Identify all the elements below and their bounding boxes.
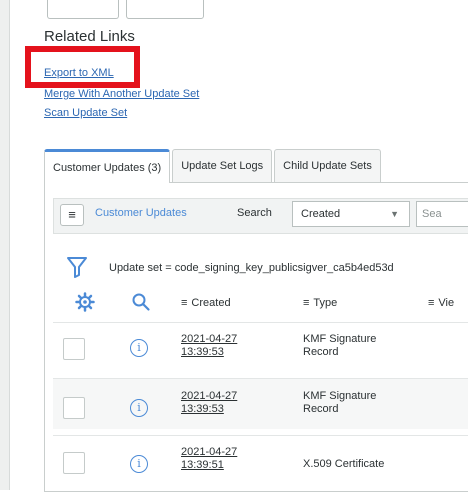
funnel-icon[interactable] [66, 255, 88, 284]
search-field-select[interactable]: Created ▼ [292, 201, 410, 227]
tab-update-set-logs[interactable]: Update Set Logs [172, 149, 273, 182]
magnifier-icon[interactable] [131, 292, 151, 317]
created-link[interactable]: 2021-04-27 13:39:51 [181, 446, 237, 472]
table-row [53, 322, 468, 373]
form-button-2[interactable] [126, 0, 204, 19]
table-row [53, 435, 468, 486]
related-list-tabs: Customer Updates (3) Update Set Logs Chi… [44, 149, 383, 183]
highlight-box [25, 46, 140, 88]
type-cell: KMF Signature Record [303, 390, 377, 415]
tab-child-update-sets[interactable]: Child Update Sets [274, 149, 381, 182]
chevron-down-icon: ▼ [390, 209, 399, 219]
column-header-type[interactable]: ≡ Type [303, 297, 337, 309]
search-input[interactable]: Sea [416, 201, 468, 227]
column-menu-icon[interactable]: ≡ [181, 297, 187, 309]
list-title[interactable]: Customer Updates [95, 207, 187, 219]
column-header-created[interactable]: ≡ Created [181, 297, 231, 309]
left-rail [0, 0, 10, 490]
form-button-1[interactable] [47, 0, 119, 19]
column-menu-icon[interactable]: ≡ [428, 297, 434, 309]
search-field-value: Created [301, 208, 341, 220]
created-link[interactable]: 2021-04-27 13:39:53 [181, 390, 237, 416]
row-checkbox[interactable] [63, 338, 85, 360]
info-icon[interactable]: i [130, 339, 148, 357]
scan-update-set-link[interactable]: Scan Update Set [44, 107, 127, 119]
table-row [53, 378, 468, 429]
filter-breadcrumb[interactable]: Update set = code_signing_key_publicsigv… [109, 262, 394, 274]
hamburger-icon[interactable]: ≡ [60, 204, 84, 226]
type-cell: X.509 Certificate [303, 458, 385, 470]
merge-update-set-link[interactable]: Merge With Another Update Set [44, 88, 199, 100]
type-cell: KMF Signature Record [303, 333, 377, 358]
tab-customer-updates[interactable]: Customer Updates (3) [44, 149, 171, 183]
gear-icon[interactable] [75, 292, 95, 317]
related-links-title: Related Links [44, 28, 135, 45]
row-checkbox[interactable] [63, 452, 85, 474]
column-header-view[interactable]: ≡ Vie [428, 297, 454, 309]
info-icon[interactable]: i [130, 399, 148, 417]
row-checkbox[interactable] [63, 397, 85, 419]
info-icon[interactable]: i [130, 455, 148, 473]
search-label: Search [237, 207, 272, 219]
column-menu-icon[interactable]: ≡ [303, 297, 309, 309]
created-link[interactable]: 2021-04-27 13:39:53 [181, 333, 237, 359]
